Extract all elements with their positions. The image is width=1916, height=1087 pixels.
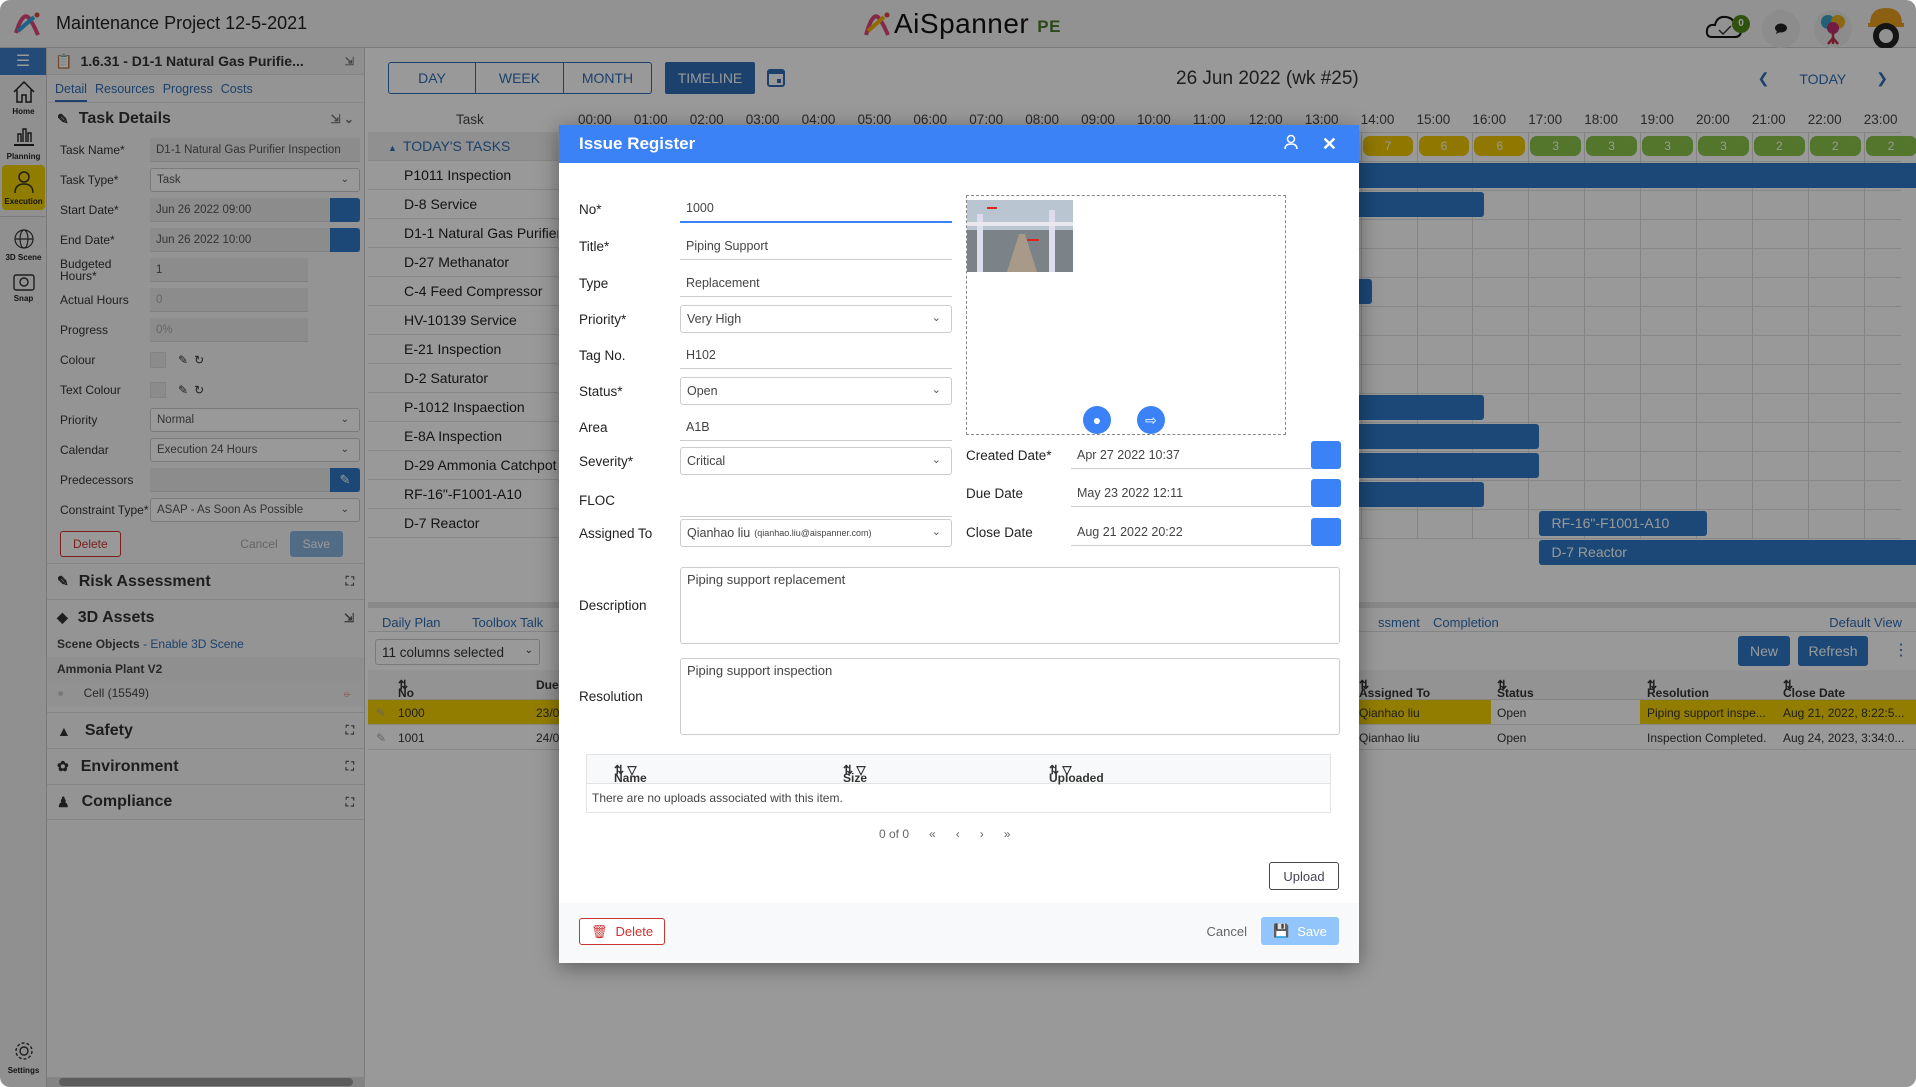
chevron-down-icon: ⌄ [931,526,941,538]
issue-photo-thumbnail[interactable] [967,200,1073,272]
image-dropzone[interactable]: ● ⇨ [966,195,1286,435]
severity-field: Severity* Critical ⌄ [579,447,952,475]
field-label: Assigned To [579,525,653,541]
import-file-button[interactable]: ⇨ [1137,406,1165,434]
uploads-pager: 0 of 0 « ‹ › » [879,827,1010,841]
field-label: Severity* [579,453,634,469]
assigned-to-select[interactable]: Qianhao liu (qianhao.liu@aispanner.com) … [680,519,952,547]
priority-field: Priority* Very High ⌄ [579,305,952,333]
resolution-field: Resolution Piping support inspection [579,658,1340,735]
first-page-button[interactable]: « [929,827,936,841]
type-field: Type Replacement [579,269,952,297]
chevron-down-icon: ⌄ [931,384,941,396]
assignee-email: (qianhao.liu@aispanner.com) [754,528,872,538]
trash-icon: 🗑 [590,923,608,939]
description-textarea[interactable]: Piping support replacement [680,567,1340,644]
field-label: Created Date* [966,447,1052,463]
empty-uploads-message: There are no uploads associated with thi… [592,791,843,805]
field-label: Description [579,598,647,613]
camera-capture-button[interactable]: ● [1083,406,1111,434]
field-label: Tag No. [579,347,626,363]
title-field: Title* Piping Support [579,232,952,260]
calendar-button[interactable] [1311,518,1341,546]
due-date-field: Due Date May 23 2022 12:11 [966,479,1341,507]
issue-register-dialog: Issue Register ✕ No* 1000 Title* Piping … [559,125,1359,963]
close-date-field: Close Date Aug 21 2022 20:22 [966,518,1341,546]
close-icon[interactable]: ✕ [1322,134,1337,155]
app-window: Maintenance Project 12-5-2021 AiSpanner … [0,0,1916,1087]
no-input[interactable]: 1000 [680,195,952,223]
area-input[interactable]: A1B [680,413,952,441]
dialog-footer: 🗑 Delete Cancel 💾 Save [559,903,1359,963]
status-select[interactable]: Open ⌄ [680,377,952,405]
priority-select[interactable]: Very High ⌄ [680,305,952,333]
chevron-down-icon: ⌄ [931,454,941,466]
prev-page-button[interactable]: ‹ [956,827,960,841]
page-count: 0 of 0 [879,827,910,841]
no-field: No* 1000 [579,195,952,223]
field-label: FLOC [579,492,616,508]
save-label: Save [1297,923,1327,939]
col-uploaded[interactable]: Uploaded ⇅ ▽ [1049,763,1104,785]
tag-no-field: Tag No. H102 [579,341,952,369]
user-icon[interactable] [1283,134,1299,155]
calendar-button[interactable] [1311,441,1341,469]
status-field: Status* Open ⌄ [579,377,952,405]
dialog-title: Issue Register [579,134,696,153]
save-button[interactable]: 💾 Save [1261,917,1339,945]
resolution-textarea[interactable]: Piping support inspection [680,658,1340,735]
field-label: Area [579,419,608,435]
field-label: Type [579,275,609,291]
floppy-icon: 💾 [1273,923,1290,938]
type-input[interactable]: Replacement [680,269,952,297]
description-field: Description Piping support replacement [579,567,1340,644]
last-page-button[interactable]: » [1004,827,1011,841]
close-date-input[interactable]: Aug 21 2022 20:22 [1071,518,1311,546]
severity-select[interactable]: Critical ⌄ [680,447,952,475]
field-label: Priority* [579,311,627,327]
col-size[interactable]: Size ⇅ ▽ [843,763,867,785]
title-input[interactable]: Piping Support [680,232,952,260]
next-page-button[interactable]: › [980,827,984,841]
calendar-button[interactable] [1311,479,1341,507]
select-value: Critical [687,454,726,468]
assigned-to-field: Assigned To Qianhao liu (qianhao.liu@ais… [579,519,952,547]
field-label: No* [579,201,602,217]
created-date-field: Created Date* Apr 27 2022 10:37 [966,441,1341,469]
uploads-table: Name ⇅ ▽ Size ⇅ ▽ Uploaded ⇅ ▽ There are… [586,754,1331,813]
dialog-header: Issue Register ✕ [559,125,1359,163]
delete-issue-button[interactable]: 🗑 Delete [579,918,665,945]
floc-field: FLOC [579,483,952,517]
col-name[interactable]: Name ⇅ ▽ [614,763,647,785]
select-value: Open [687,384,718,398]
chevron-down-icon: ⌄ [931,312,941,324]
area-field: Area A1B [579,413,952,441]
tag-no-input[interactable]: H102 [680,341,952,369]
uploads-table-header: Name ⇅ ▽ Size ⇅ ▽ Uploaded ⇅ ▽ [587,755,1330,785]
select-value: Very High [687,312,742,326]
cancel-button[interactable]: Cancel [1207,924,1247,939]
field-label: Due Date [966,485,1024,501]
delete-label: Delete [615,924,654,939]
field-label: Status* [579,383,623,399]
field-label: Resolution [579,689,643,704]
select-value: Qianhao liu [687,526,751,540]
created-date-input[interactable]: Apr 27 2022 10:37 [1071,441,1311,469]
due-date-input[interactable]: May 23 2022 12:11 [1071,479,1311,507]
field-label: Title* [579,238,610,254]
upload-button[interactable]: Upload [1269,862,1339,890]
floc-input[interactable] [680,483,952,517]
field-label: Close Date [966,524,1033,540]
